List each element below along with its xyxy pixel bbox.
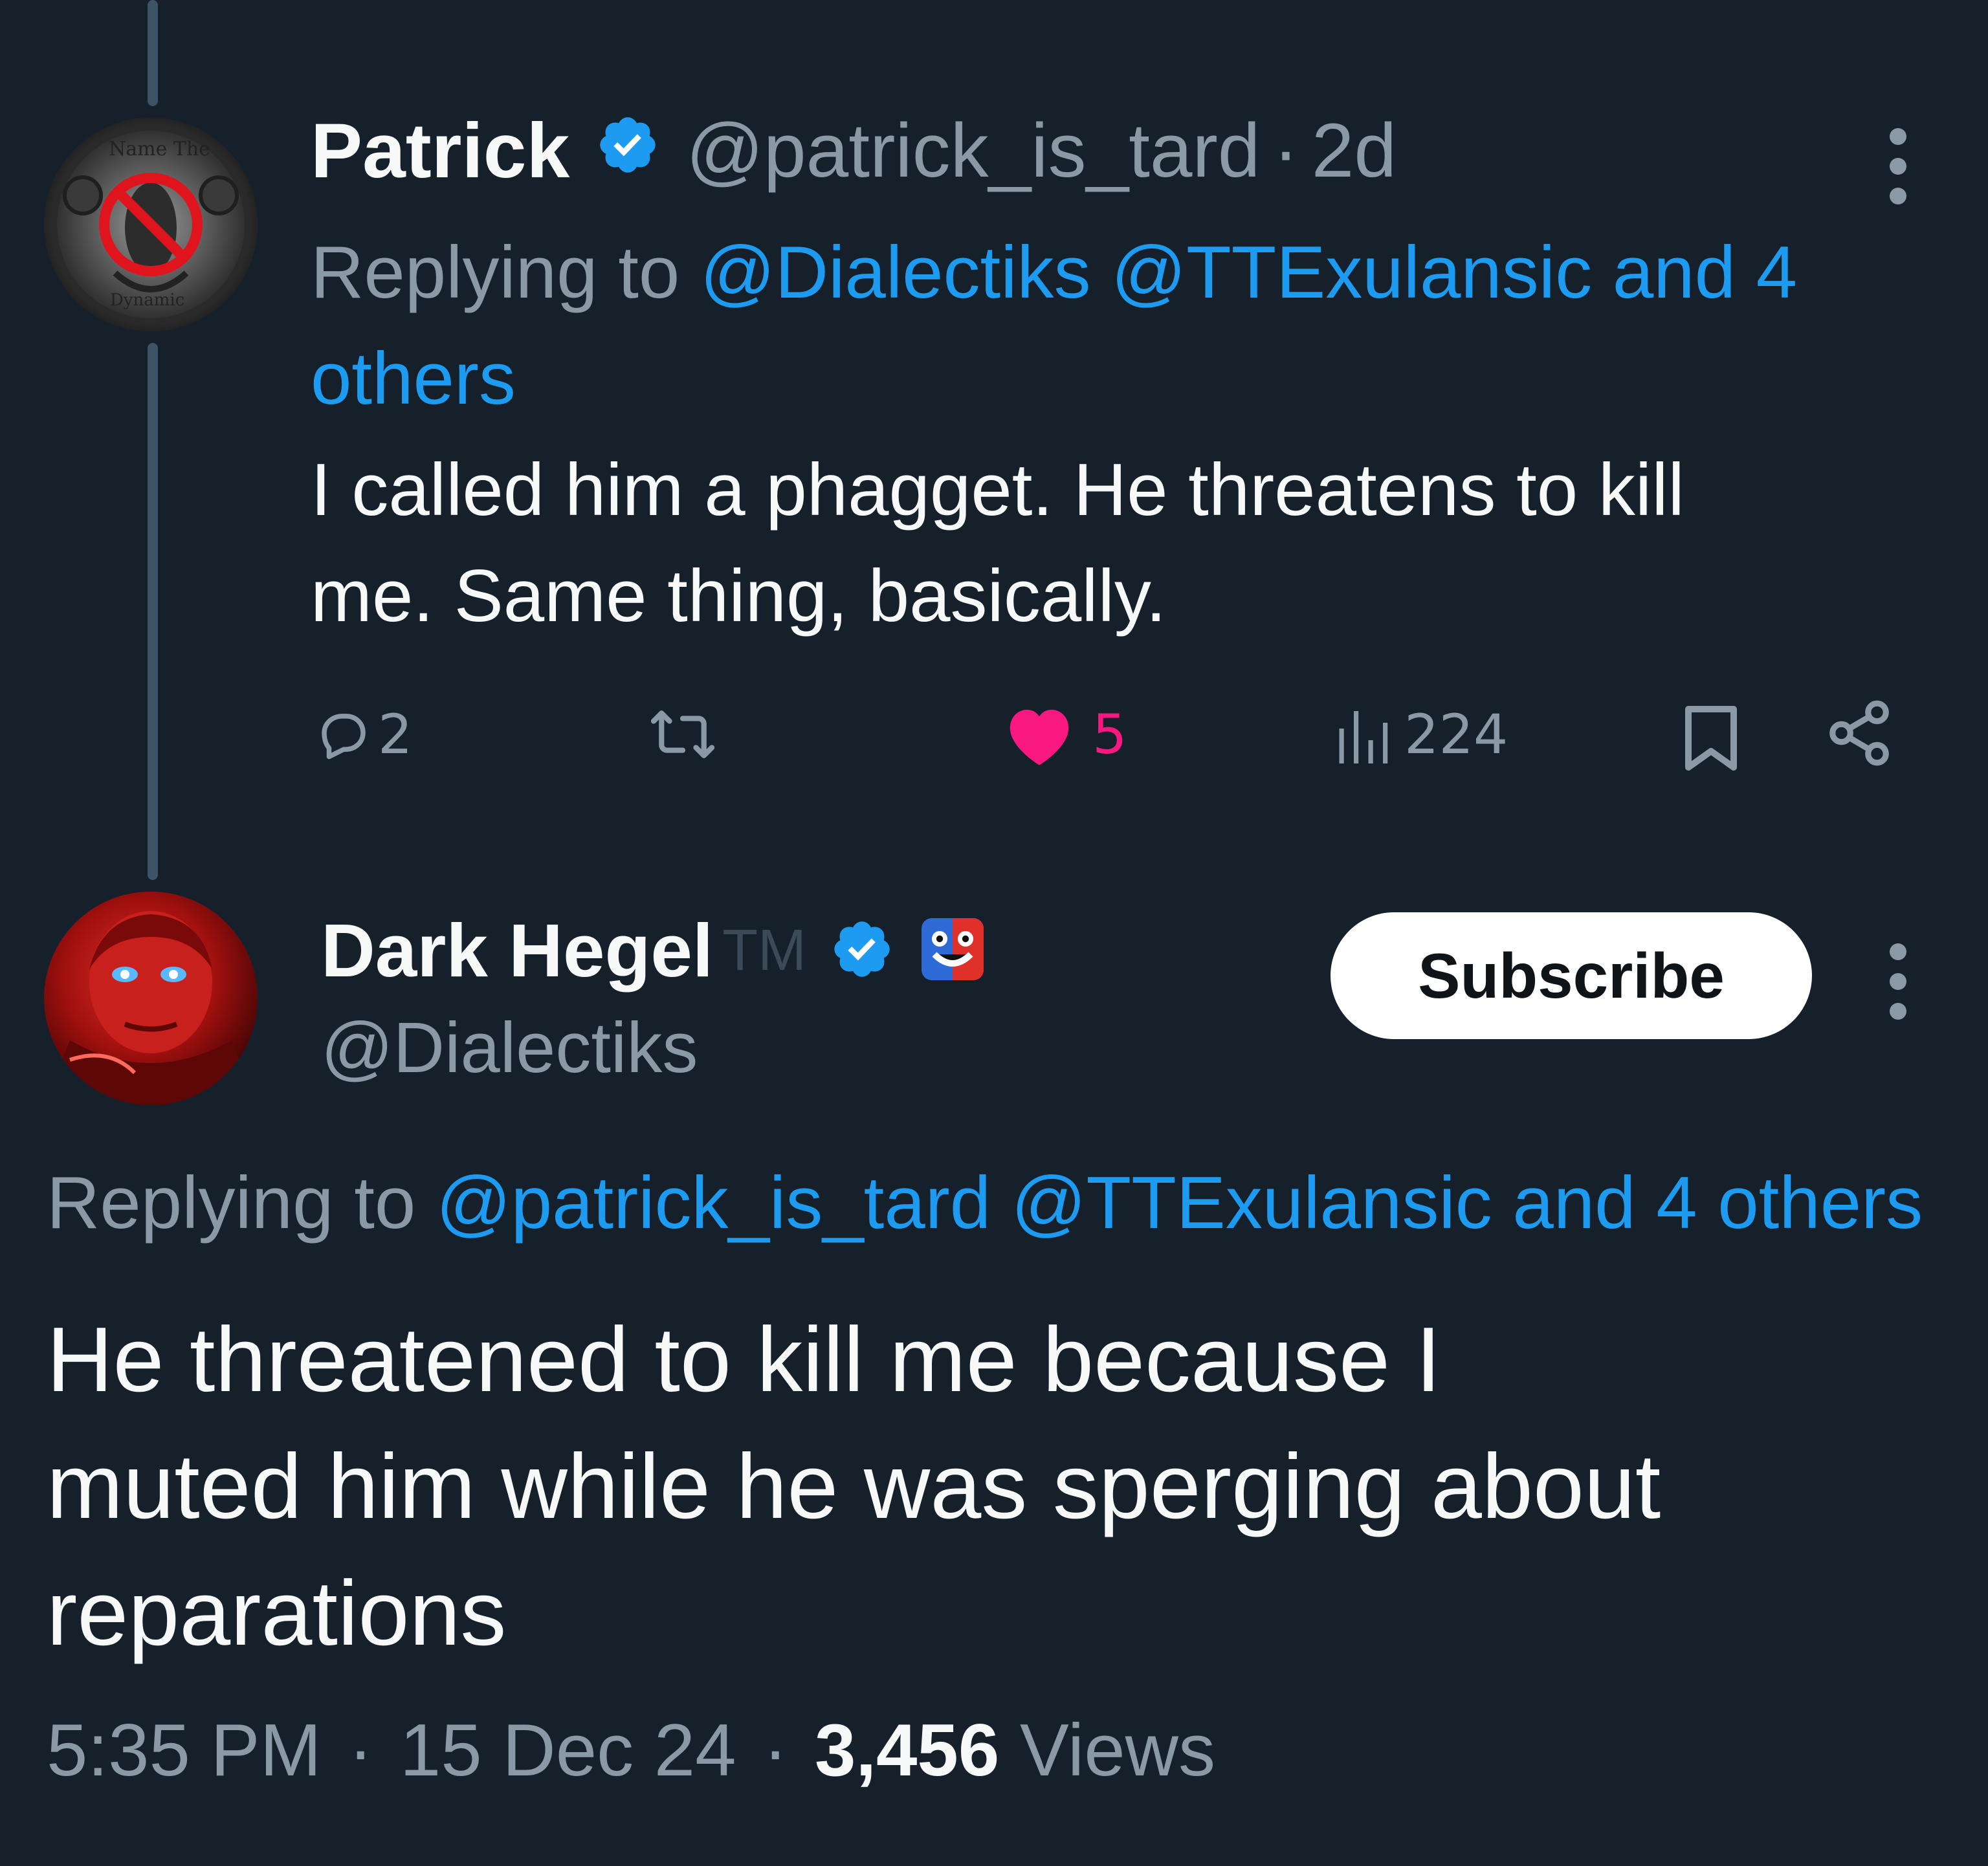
tweet-text-line: reparations: [47, 1562, 507, 1665]
thread-line-bottom: [148, 343, 158, 880]
bookmark-icon: [1685, 706, 1737, 771]
replying-prefix: Replying to: [47, 1162, 416, 1244]
tweet-time[interactable]: 5:35 PM: [47, 1709, 322, 1792]
separator-dot: ·: [1273, 108, 1299, 193]
replying-prefix: Replying to: [311, 232, 680, 314]
tweet-text-line: muted him while he was sperging about: [47, 1435, 1661, 1538]
main-tweet-header: Dark Hegel TM: [321, 908, 986, 993]
more-options-icon[interactable]: [1888, 128, 1908, 204]
bookmark-button[interactable]: [1679, 703, 1743, 774]
separator-dot: ·: [763, 1709, 788, 1792]
like-count: 5: [1092, 703, 1127, 766]
tweet-text: I called him a phagget. He threatens to …: [311, 437, 1928, 650]
verified-badge-icon: [595, 106, 660, 195]
replying-mentions[interactable]: @patrick_is_tard @TTExulansic and 4 othe…: [436, 1162, 1923, 1244]
retweet-icon: [650, 710, 715, 758]
views-label: Views: [1019, 1709, 1215, 1792]
timestamp[interactable]: 2d: [1312, 107, 1397, 195]
replying-to: Replying to @Dialectiks @TTExulansic and…: [311, 220, 1941, 432]
heart-icon: [1010, 709, 1069, 765]
tweet-text-line: He threatened to kill me because I: [47, 1308, 1441, 1411]
avatar-dark-hegel[interactable]: [44, 892, 258, 1105]
trademark-label: TM: [722, 917, 807, 983]
retweet-button[interactable]: [647, 699, 718, 770]
replying-mentions-others[interactable]: others: [311, 326, 1941, 432]
thread-line-top: [148, 0, 158, 106]
share-button[interactable]: [1824, 697, 1895, 769]
tweet-text-line: I called him a phagget. He threatens to …: [311, 449, 1684, 531]
handle[interactable]: @patrick_is_tard: [686, 107, 1260, 195]
views-count[interactable]: 3,456: [815, 1709, 999, 1792]
more-options-icon[interactable]: [1888, 943, 1908, 1020]
reply-icon: [322, 714, 366, 760]
reply-button[interactable]: 2: [315, 699, 412, 770]
avatar-patrick[interactable]: Name The Dynamic: [44, 118, 258, 331]
replying-to: Replying to @patrick_is_tard @TTExulansi…: [47, 1158, 1988, 1249]
views-count: 224: [1404, 703, 1508, 766]
tweet-meta: 5:35 PM · 15 Dec 24 · 3,456 Views: [47, 1708, 1215, 1793]
subscribe-button[interactable]: Subscribe: [1331, 912, 1812, 1039]
reply-count: 2: [378, 703, 413, 766]
avatar-patrick-text-bottom: Dynamic: [110, 291, 184, 310]
verified-badge-icon: [830, 917, 894, 984]
reply-header: Patrick @patrick_is_tard · 2d: [311, 106, 1397, 195]
replying-mentions[interactable]: @Dialectiks @TTExulansic and 4: [700, 232, 1797, 314]
views-button[interactable]: 224: [1333, 699, 1508, 770]
avatar-patrick-text-top: Name The: [109, 138, 210, 160]
separator-dot: ·: [348, 1709, 373, 1792]
display-name[interactable]: Dark Hegel: [321, 907, 713, 994]
avatar-patrick-image: Name The Dynamic: [44, 118, 258, 331]
views-chart-icon: [1339, 711, 1388, 763]
main-handle[interactable]: @Dialectiks: [321, 1007, 698, 1089]
display-name[interactable]: Patrick: [311, 106, 569, 195]
avatar-dark-hegel-image: [44, 892, 258, 1105]
affiliate-badge-icon[interactable]: [919, 916, 986, 985]
tweet-date[interactable]: 15 Dec 24: [400, 1709, 736, 1792]
tweet-text-line: me. Same thing, basically.: [311, 555, 1167, 637]
tweet-text: He threatened to kill me because I muted…: [47, 1297, 1923, 1677]
share-icon: [1829, 700, 1889, 766]
like-button[interactable]: 5: [1002, 699, 1127, 770]
